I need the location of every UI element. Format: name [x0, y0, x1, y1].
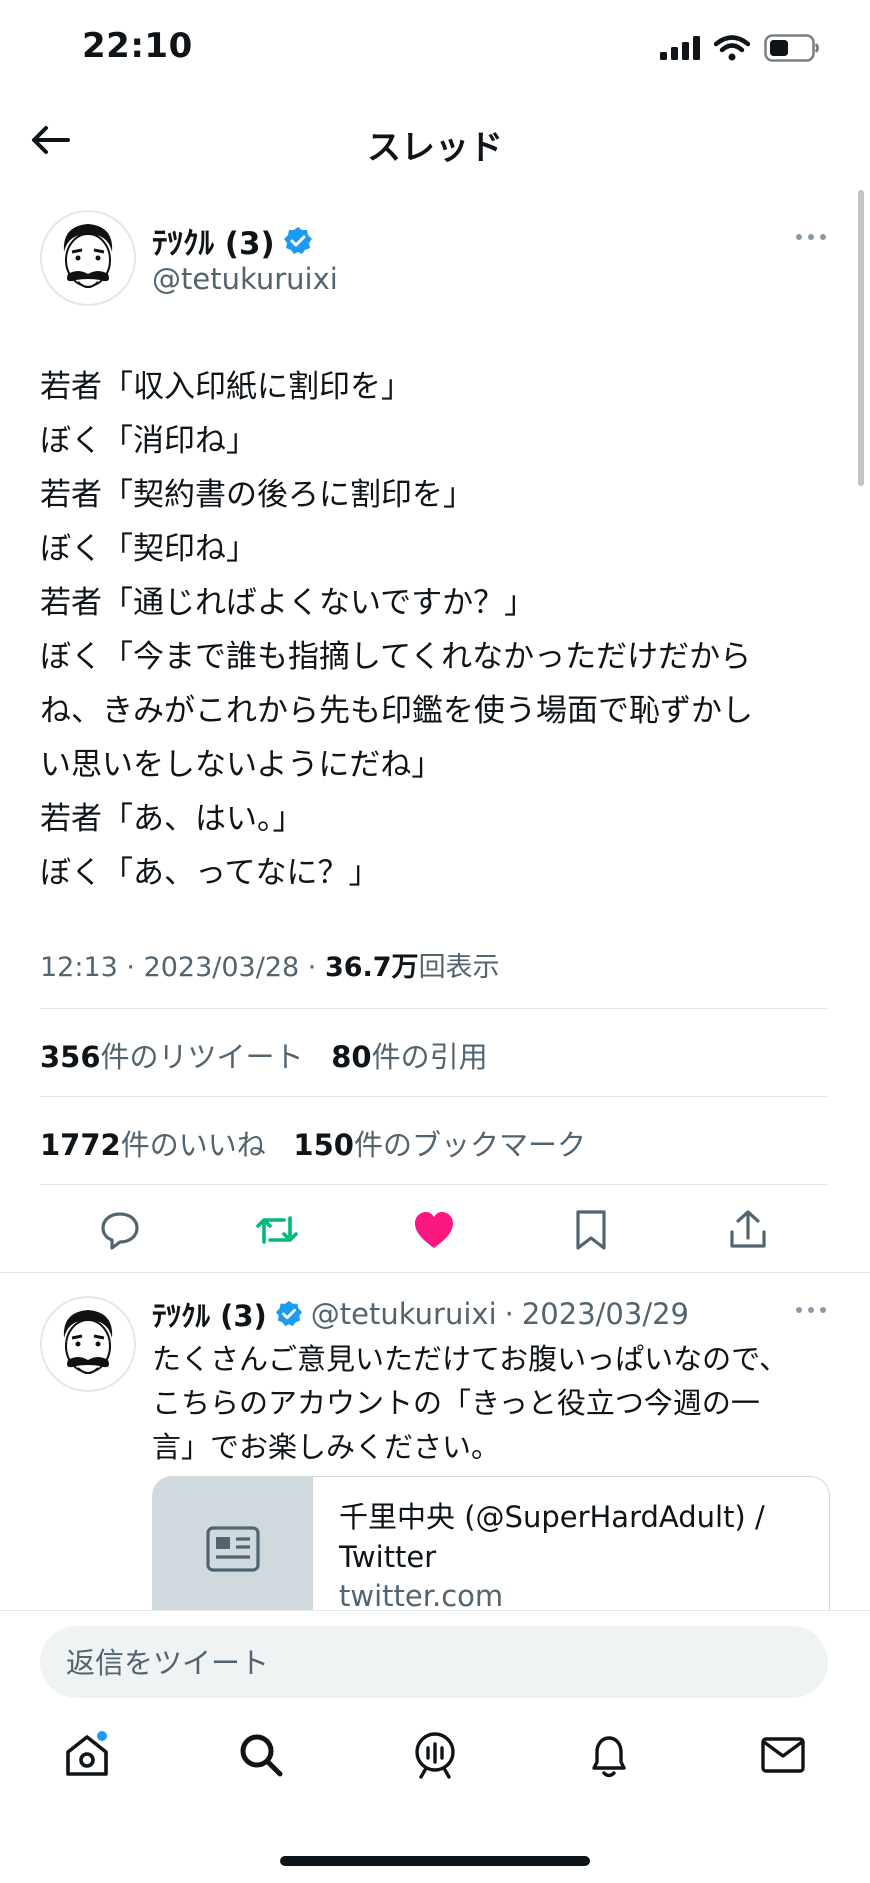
article-icon	[206, 1526, 260, 1572]
link-card[interactable]: 千里中央 (@SuperHardAdult) / Twitter twitter…	[152, 1476, 830, 1617]
page-title: スレッド	[367, 128, 503, 168]
tweet-time: 12:13	[40, 952, 118, 983]
reply-button[interactable]	[90, 1200, 150, 1260]
divider	[40, 1184, 828, 1185]
like-icon	[415, 1212, 453, 1248]
card-title: 千里中央 (@SuperHardAdult) / Twitter	[339, 1500, 765, 1574]
tab-messages[interactable]	[748, 1720, 818, 1790]
tweet-line: い思いをしないようにだね」	[40, 747, 443, 783]
tab-search[interactable]	[226, 1720, 296, 1790]
author-name[interactable]: ﾃﾂｸﾙ (3)	[152, 218, 313, 263]
likes-count: 1772	[40, 1128, 121, 1162]
reply-line: たくさんご意見いただけてお腹いっぱいなので、	[152, 1342, 788, 1376]
notifications-icon	[592, 1736, 626, 1778]
card-thumbnail	[153, 1477, 313, 1617]
bookmark-icon	[576, 1210, 606, 1250]
views-count: 36.7万	[324, 952, 419, 983]
home-indicator[interactable]	[280, 1856, 590, 1866]
quotes-stat[interactable]: 80件の引用	[331, 1040, 487, 1074]
reply-author-name[interactable]: ﾃﾂｸﾙ (3)	[152, 1293, 267, 1335]
tweet-text: 若者「収入印紙に割印を」 ぼく「消印ね」 若者「契約書の後ろに割印を」 ぼく「契…	[40, 360, 840, 900]
action-bar	[40, 1200, 828, 1260]
scrollbar[interactable]	[858, 190, 864, 486]
like-button[interactable]	[404, 1200, 464, 1260]
tab-spaces[interactable]	[400, 1720, 470, 1790]
status-time: 22:10	[82, 26, 193, 66]
divider	[40, 1096, 828, 1097]
retweets-count: 356	[40, 1040, 101, 1074]
messages-icon	[761, 1737, 805, 1773]
share-button[interactable]	[718, 1200, 778, 1260]
spaces-icon	[415, 1732, 455, 1779]
battery-icon	[764, 34, 819, 62]
tab-bar	[0, 1720, 870, 1810]
reply-date[interactable]: 2023/03/29	[522, 1297, 689, 1331]
retweet-icon	[256, 1216, 298, 1244]
bookmarks-count: 150	[293, 1128, 354, 1162]
tweet-line: 若者「通じればよくないですか？」	[40, 585, 536, 621]
verified-badge-icon	[283, 226, 312, 254]
stats-row-retweets: 356件のリツイート 80件の引用	[40, 1034, 488, 1076]
author-name-text: ﾃﾂｸﾙ (3)	[152, 226, 275, 262]
reply-line: こちらのアカウントの「きっと役立つ今週の一	[152, 1386, 760, 1420]
retweets-stat[interactable]: 356件のリツイート	[40, 1040, 304, 1074]
retweets-label: 件のリツイート	[100, 1040, 304, 1074]
avatar-illustration	[63, 224, 113, 288]
author-handle[interactable]: @tetukuruixi	[152, 262, 338, 296]
wifi-icon	[714, 35, 750, 61]
divider	[40, 1008, 828, 1009]
status-icons	[660, 34, 820, 62]
tab-home[interactable]	[52, 1720, 122, 1790]
tweet-line: ぼく「消印ね」	[40, 423, 257, 459]
bookmarks-stat[interactable]: 150件のブックマーク	[293, 1128, 586, 1162]
reply-line: 言」でお楽しみください。	[152, 1430, 501, 1464]
reply-input[interactable]	[64, 1626, 808, 1700]
tweet-line: ね、きみがこれから先も印鑑を使う場面で恥ずかし	[40, 693, 753, 729]
home-icon	[66, 1731, 108, 1776]
bookmarks-label: 件のブックマーク	[353, 1128, 586, 1162]
tweet-line: ぼく「契印ね」	[40, 531, 257, 567]
reply-text: たくさんご意見いただけてお腹いっぱいなので、 こちらのアカウントの「きっと役立つ…	[152, 1337, 842, 1469]
reply-avatar[interactable]	[40, 1296, 136, 1392]
stats-row-likes: 1772件のいいね 150件のブックマーク	[40, 1122, 586, 1164]
signal-icon	[660, 36, 700, 60]
tweet-meta: 12:13 · 2023/03/28 · 36.7万回表示	[40, 952, 500, 983]
tweet-line: ぼく「あ、ってなに？」	[40, 855, 380, 891]
avatar[interactable]	[40, 210, 136, 306]
share-icon	[730, 1210, 766, 1248]
retweet-button[interactable]	[247, 1200, 307, 1260]
reply-author-handle[interactable]: @tetukuruixi	[311, 1297, 497, 1331]
tweet-date: 2023/03/28	[143, 952, 300, 983]
bookmark-button[interactable]	[561, 1200, 621, 1260]
tweet-line: 若者「収入印紙に割印を」	[40, 369, 412, 405]
tweet-line: 若者「契約書の後ろに割印を」	[40, 477, 474, 513]
tweet-line: 若者「あ、はい。」	[40, 801, 304, 837]
more-icon[interactable]	[794, 1300, 828, 1320]
reply-header: ﾃﾂｸﾙ (3) @tetukuruixi · 2023/03/29	[152, 1293, 689, 1335]
views-label: 回表示	[418, 952, 500, 983]
reply-composer	[40, 1626, 828, 1700]
verified-badge-icon	[275, 1300, 302, 1327]
avatar-illustration	[63, 1310, 113, 1374]
separator: ·	[504, 1297, 514, 1331]
divider	[0, 1272, 870, 1273]
reply-icon	[101, 1212, 139, 1250]
likes-label: 件のいいね	[120, 1128, 266, 1162]
more-icon[interactable]	[794, 227, 828, 247]
search-icon	[240, 1734, 283, 1777]
likes-stat[interactable]: 1772件のいいね	[40, 1128, 266, 1162]
tweet-line: ぼく「今まで誰も指摘してくれなかっただけだから	[40, 639, 752, 675]
quotes-count: 80	[331, 1040, 372, 1074]
card-domain: twitter.com	[339, 1579, 504, 1613]
tab-notifications[interactable]	[574, 1720, 644, 1790]
quotes-label: 件の引用	[371, 1040, 488, 1074]
